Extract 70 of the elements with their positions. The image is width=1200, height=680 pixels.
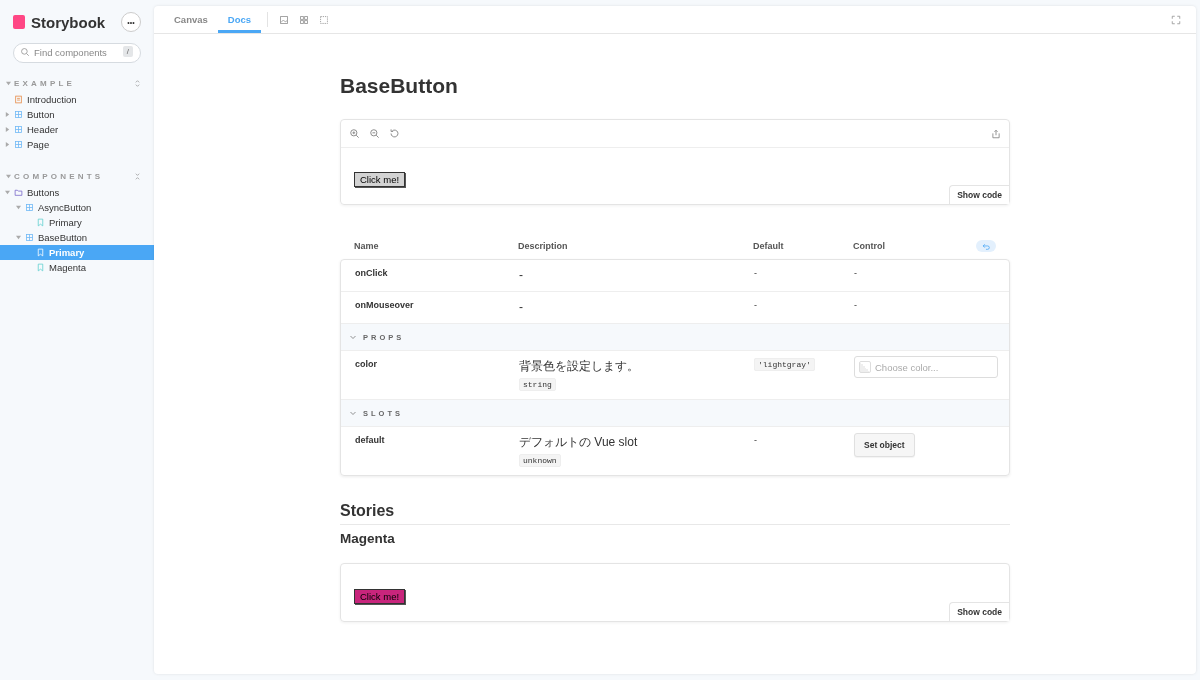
chevron-down-icon [349,409,357,417]
outline-icon [319,14,330,25]
storybook-logo-icon [13,15,25,29]
show-code-button[interactable]: Show code [949,602,1009,621]
arg-name: color [355,359,378,369]
column-header: Description [518,241,569,251]
arg-name: onMouseover [355,300,415,310]
tree-item[interactable]: Buttons [0,184,154,200]
component-icon [14,124,23,134]
caret-down-icon [4,189,10,195]
brand-name: Storybook [31,13,106,31]
tree-item[interactable]: Primary [0,214,154,230]
show-code-button[interactable]: Show code [949,185,1009,204]
tree-item[interactable]: Introduction [0,91,154,107]
expand-all-icon [133,78,142,88]
tree-item[interactable]: AsyncButton [0,199,154,215]
default-value: 'lightgray' [754,358,815,371]
default-value: - [754,300,757,310]
tab[interactable]: Canvas [164,6,218,33]
caret-down-icon [15,204,21,210]
tree-item[interactable]: Header [0,121,154,137]
default-value: - [754,268,757,278]
click-me-button[interactable]: Click me! [354,589,406,604]
undo-icon [981,241,991,251]
story-title: Magenta [340,531,396,546]
column-header: Default [753,241,785,251]
tree-item[interactable]: Button [0,106,154,122]
stories-heading: Stories [340,502,1010,525]
component-icon [25,232,34,242]
tree-item[interactable]: Page [0,136,154,152]
caret-right-icon [4,141,10,147]
tree-item[interactable]: Magenta [0,259,154,275]
caret-down-icon [6,80,11,86]
caret-down-icon [6,173,11,179]
caret-right-icon [4,126,10,132]
arg-name: default [355,435,386,445]
color-input-field[interactable]: Choose color... [854,356,998,378]
type-label: unknown [519,454,561,467]
image-icon [279,14,290,25]
document-icon [14,94,23,104]
control-cell-text: - [854,300,858,310]
page-title: BaseButton [340,74,459,98]
folder-icon [14,187,23,197]
shortcut-key: / [122,46,133,57]
component-icon [25,202,34,212]
component-icon [14,139,23,149]
default-value: - [754,435,757,445]
arg-name: onClick [355,268,389,278]
swatch-icon [859,361,871,373]
tree-item[interactable]: BaseButton [0,229,154,245]
type-label: string [519,378,556,391]
caret-right-icon [4,111,10,117]
search-icon [20,47,30,57]
component-icon [14,109,23,119]
caret-down-icon [15,234,21,240]
arg-description: - [519,268,523,283]
column-header: Name [354,241,380,251]
collapse-all-icon [133,171,142,181]
control-cell-text: - [854,268,858,278]
arg-description: デフォルトの Vue slot [519,435,638,450]
chevron-down-icon [349,333,357,341]
grid-icon [299,14,310,25]
click-me-button[interactable]: Click me! [354,172,406,187]
fullscreen-icon [1171,14,1181,25]
arg-description: - [519,300,523,315]
bookmark-icon [36,217,45,227]
set-object-button[interactable]: Set object [854,433,915,457]
column-header: Control [853,241,885,251]
reset-button[interactable] [976,240,996,252]
arg-description: 背景色を設定します。 [519,359,639,374]
